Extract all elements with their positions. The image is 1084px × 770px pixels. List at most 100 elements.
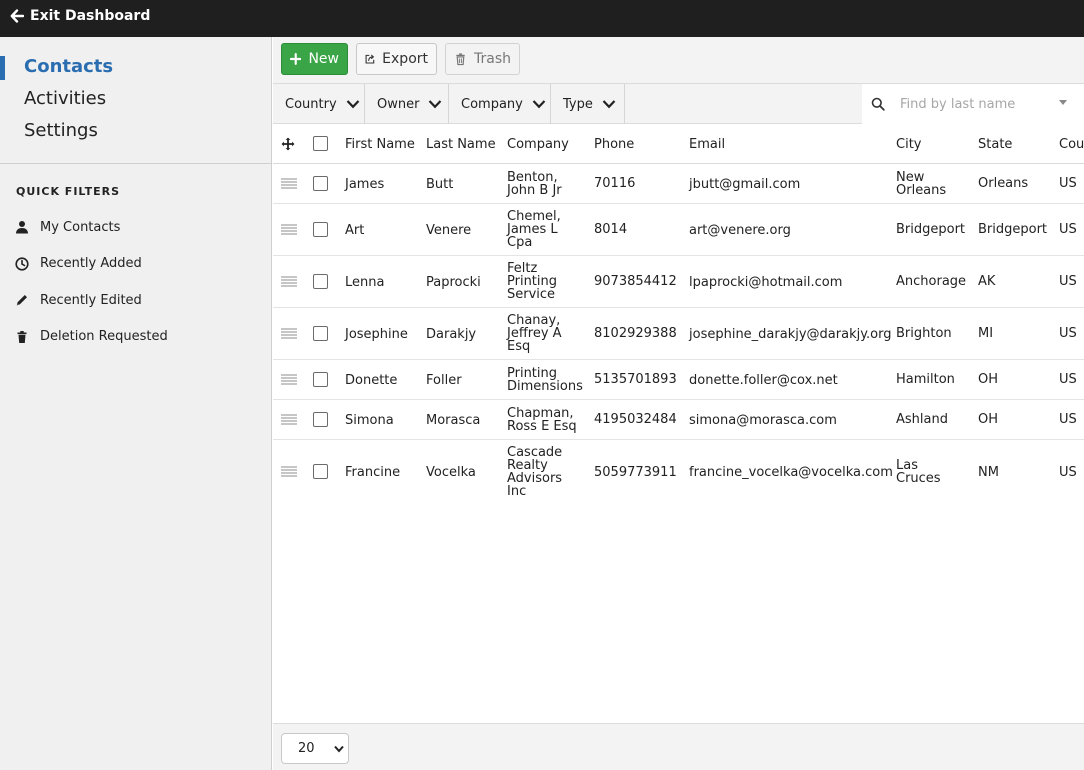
chevron-down-icon xyxy=(532,100,546,109)
quick-filter-deletion-requested[interactable]: Deletion Requested xyxy=(0,319,271,356)
cell-email: donette.foller@cox.net xyxy=(689,373,838,388)
page-size-value: 20 xyxy=(298,741,315,756)
owner-filter-dropdown[interactable]: Owner xyxy=(365,84,449,124)
drag-handle[interactable] xyxy=(281,414,297,425)
cell-company: Chapman, Ross E Esq xyxy=(507,406,577,434)
drag-handle[interactable] xyxy=(281,374,297,385)
quick-filters-title: QUICK FILTERS xyxy=(16,185,121,198)
table-row[interactable]: Simona Morasca Chapman, Ross E Esq 41950… xyxy=(273,400,1084,440)
table-row[interactable]: Art Venere Chemel, James L Cpa 8014 art@… xyxy=(273,204,1084,256)
cell-phone: 8102929388 xyxy=(594,326,677,341)
quick-filter-recently-edited[interactable]: Recently Edited xyxy=(0,282,271,319)
table-row[interactable]: Donette Foller Printing Dimensions 51357… xyxy=(273,360,1084,400)
column-header-country[interactable]: Cou xyxy=(1059,138,1084,151)
page-size-select[interactable]: 20 xyxy=(281,733,349,764)
chevron-down-icon xyxy=(602,100,616,109)
plus-icon xyxy=(290,53,302,65)
cell-first-name: Simona xyxy=(345,413,394,428)
column-header-phone[interactable]: Phone xyxy=(594,138,634,151)
cell-last-name: Paprocki xyxy=(426,275,481,290)
column-header-last-name[interactable]: Last Name xyxy=(426,138,496,151)
top-bar: Exit Dashboard xyxy=(0,0,1084,37)
search-input[interactable] xyxy=(900,92,1050,116)
cell-phone: 5135701893 xyxy=(594,372,677,387)
cell-state: OH xyxy=(978,412,999,427)
cell-company: Chanay, Jeffrey A Esq xyxy=(507,313,562,354)
export-icon xyxy=(365,54,375,64)
exit-dashboard-link[interactable]: Exit Dashboard xyxy=(10,8,150,24)
column-header-city[interactable]: City xyxy=(896,138,921,151)
nav-item-settings[interactable]: Settings xyxy=(0,115,271,147)
type-filter-dropdown[interactable]: Type xyxy=(551,84,625,124)
cell-state: OH xyxy=(978,372,999,387)
row-checkbox[interactable] xyxy=(313,176,328,191)
country-filter-dropdown[interactable]: Country xyxy=(273,84,365,124)
user-icon xyxy=(15,220,29,234)
drag-handle[interactable] xyxy=(281,466,297,477)
trash-button[interactable]: Trash xyxy=(445,43,520,75)
cell-phone: 9073854412 xyxy=(594,274,677,289)
search-icon xyxy=(871,97,885,111)
cell-last-name: Darakjy xyxy=(426,327,477,342)
chevron-down-icon xyxy=(429,100,442,109)
cell-city: New Orleans xyxy=(896,170,947,198)
sidebar-divider xyxy=(0,163,271,164)
cell-phone: 70116 xyxy=(594,176,636,191)
column-header-email[interactable]: Email xyxy=(689,138,725,151)
cell-state: AK xyxy=(978,274,996,289)
quick-filter-recently-added[interactable]: Recently Added xyxy=(0,246,271,283)
quick-filters-list: My Contacts Recently Added Recently Edit… xyxy=(0,209,271,355)
row-checkbox[interactable] xyxy=(313,222,328,237)
drag-handle[interactable] xyxy=(281,328,297,339)
cell-city: Anchorage xyxy=(896,274,967,289)
drag-handle[interactable] xyxy=(281,224,297,235)
row-checkbox[interactable] xyxy=(313,326,328,341)
drag-handle[interactable] xyxy=(281,276,297,287)
column-header-first-name[interactable]: First Name xyxy=(345,138,415,151)
table-row[interactable]: Francine Vocelka Cascade Realty Advisors… xyxy=(273,440,1084,505)
table-footer: 20 xyxy=(273,723,1084,770)
quick-filter-label: Recently Edited xyxy=(40,292,142,308)
table-row[interactable]: James Butt Benton, John B Jr 70116 jbutt… xyxy=(273,164,1084,204)
cell-last-name: Venere xyxy=(426,223,472,238)
drag-handle[interactable] xyxy=(281,178,297,189)
cell-first-name: James xyxy=(345,177,385,192)
company-filter-dropdown[interactable]: Company xyxy=(449,84,551,124)
exit-dashboard-label: Exit Dashboard xyxy=(30,8,151,24)
row-checkbox[interactable] xyxy=(313,372,328,387)
new-button-label: New xyxy=(308,51,339,67)
column-header-company[interactable]: Company xyxy=(507,138,569,151)
column-header-state[interactable]: State xyxy=(978,138,1012,151)
trash-button-label: Trash xyxy=(474,51,511,67)
row-checkbox[interactable] xyxy=(313,274,328,289)
table-row[interactable]: Josephine Darakjy Chanay, Jeffrey A Esq … xyxy=(273,308,1084,360)
row-checkbox[interactable] xyxy=(313,412,328,427)
cell-country: US xyxy=(1059,372,1077,387)
cell-company: Chemel, James L Cpa xyxy=(507,209,561,250)
nav-item-activities[interactable]: Activities xyxy=(0,83,271,115)
export-button[interactable]: Export xyxy=(356,43,437,75)
cell-email: simona@morasca.com xyxy=(689,413,837,428)
nav-item-contacts[interactable]: Contacts xyxy=(0,51,271,83)
move-icon[interactable] xyxy=(281,137,295,154)
cell-state: Orleans xyxy=(978,176,1029,191)
cell-phone: 8014 xyxy=(594,222,628,237)
chevron-down-icon xyxy=(346,100,359,109)
chevron-down-icon xyxy=(334,745,344,753)
cell-last-name: Vocelka xyxy=(426,465,476,480)
cell-email: lpaprocki@hotmail.com xyxy=(689,275,843,290)
export-button-label: Export xyxy=(382,51,428,67)
quick-filter-my-contacts[interactable]: My Contacts xyxy=(0,209,271,246)
filter-bar: Country Owner Company Type xyxy=(273,83,1084,124)
arrow-left-icon xyxy=(10,9,24,23)
cell-first-name: Donette xyxy=(345,373,398,388)
cell-company: Printing Dimensions xyxy=(507,366,583,394)
caret-down-icon[interactable] xyxy=(1059,100,1067,105)
cell-country: US xyxy=(1059,412,1077,427)
cell-first-name: Francine xyxy=(345,465,401,480)
table-row[interactable]: Lenna Paprocki Feltz Printing Service 90… xyxy=(273,256,1084,308)
new-button[interactable]: New xyxy=(281,43,348,75)
select-all-checkbox[interactable] xyxy=(313,136,328,151)
row-checkbox[interactable] xyxy=(313,464,328,479)
pencil-icon xyxy=(15,293,29,307)
